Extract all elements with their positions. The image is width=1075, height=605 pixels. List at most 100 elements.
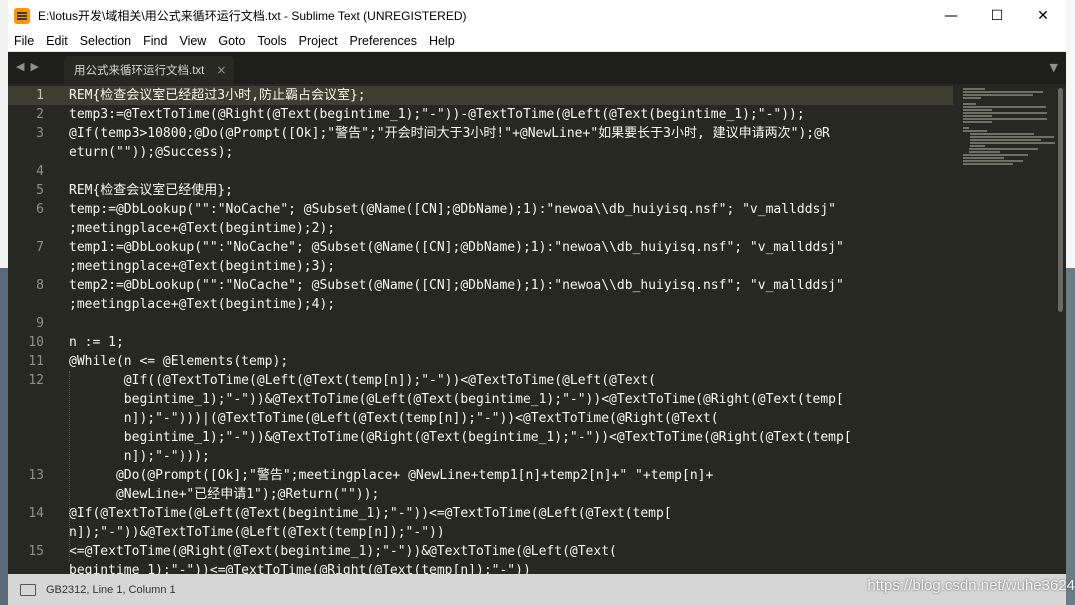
menu-selection[interactable]: Selection <box>74 31 137 51</box>
code-line[interactable] <box>69 162 964 181</box>
menu-file[interactable]: File <box>8 31 40 51</box>
panel-toggle-icon[interactable] <box>20 583 36 596</box>
sublime-text-window: E:\lotus开发\域相关\用公式来循环运行文档.txt - Sublime … <box>8 0 1066 605</box>
menu-bar: File Edit Selection Find View Goto Tools… <box>8 31 1066 52</box>
code-line[interactable]: @While(n <= @Elements(temp); <box>69 352 964 371</box>
minimap-line <box>963 112 1047 114</box>
line-number: 3 <box>36 126 44 141</box>
code-line[interactable]: eturn(""));@Success); <box>69 143 964 162</box>
minimap-line <box>963 127 969 129</box>
minimap-line <box>969 148 1038 150</box>
code-line[interactable]: begintime_1);"-"))&@TextToTime(@Left(@Te… <box>69 390 964 409</box>
tab-label: 用公式来循环运行文档.txt <box>74 65 205 77</box>
code-text[interactable]: REM{检查会议室已经超过3小时,防止霸占会议室}; temp3:=@TextTo… <box>69 86 964 574</box>
line-number: 1 <box>36 88 44 103</box>
menu-find[interactable]: Find <box>137 31 173 51</box>
minimap-line <box>963 97 981 99</box>
minimap-line <box>970 133 1034 135</box>
code-line[interactable]: temp3:=@TextToTime(@Right(@Text(begintim… <box>69 105 964 124</box>
menu-view[interactable]: View <box>173 31 212 51</box>
minimap-line <box>970 145 985 147</box>
desktop-background-right <box>1066 0 1075 605</box>
code-line[interactable]: ;meetingplace+@Text(begintime);3); <box>69 257 964 276</box>
minimap-line <box>963 160 1023 162</box>
minimap-line <box>963 88 985 90</box>
code-line[interactable] <box>69 314 964 333</box>
minimap-line <box>963 118 1047 120</box>
line-number: 5 <box>36 183 44 198</box>
minimap-line <box>963 91 1043 93</box>
code-line[interactable]: temp2:=@DbLookup("":"NoCache"; @Subset(@… <box>69 276 964 295</box>
tab-dropdown-icon[interactable]: ▼ <box>1050 61 1058 74</box>
line-number: 8 <box>36 278 44 293</box>
tab-next-icon[interactable]: ▶ <box>30 60 38 73</box>
minimap-line <box>963 109 992 111</box>
indent-guide <box>69 371 71 561</box>
status-text: GB2312, Line 1, Column 1 <box>46 583 176 596</box>
line-number: 15 <box>28 544 44 559</box>
minimap[interactable] <box>953 84 1055 574</box>
code-line[interactable]: REM{检查会议室已经使用}; <box>69 181 964 200</box>
minimap-line <box>963 130 987 132</box>
close-button[interactable]: ✕ <box>1020 0 1066 31</box>
menu-goto[interactable]: Goto <box>212 31 251 51</box>
menu-tools[interactable]: Tools <box>251 31 292 51</box>
menu-preferences[interactable]: Preferences <box>344 31 423 51</box>
code-line[interactable]: @NewLine+"已经申请1");@Return("")); <box>69 485 964 504</box>
line-number: 10 <box>28 335 44 350</box>
minimap-line <box>963 163 1013 165</box>
csdn-watermark: https://blog.csdn.net/wuhe3624 <box>867 577 1075 594</box>
scrollbar-thumb[interactable] <box>1058 88 1063 312</box>
desktop-background-left <box>0 0 8 605</box>
code-line[interactable]: <=@TextToTime(@Right(@Text(begintime_1);… <box>69 542 964 561</box>
code-line[interactable]: begintime_1);"-"))&@TextToTime(@Right(@T… <box>69 428 964 447</box>
tab-bar: ◀ ▶ 用公式来循环运行文档.txt × ▼ <box>8 52 1066 84</box>
minimap-line <box>963 94 1033 96</box>
tab-prev-icon[interactable]: ◀ <box>16 60 24 73</box>
line-number: 2 <box>36 107 44 122</box>
minimap-line <box>963 106 1046 108</box>
vertical-scrollbar[interactable] <box>1055 84 1066 574</box>
code-line[interactable]: n]);"-"))); <box>69 447 964 466</box>
code-line[interactable]: @If(@TextToTime(@Left(@Text(begintime_1)… <box>69 504 964 523</box>
minimap-line <box>963 103 976 105</box>
title-bar[interactable]: E:\lotus开发\域相关\用公式来循环运行文档.txt - Sublime … <box>8 0 1066 31</box>
code-line[interactable]: n]);"-"))&@TextToTime(@Left(@Text(temp[n… <box>69 523 964 542</box>
code-line[interactable]: n := 1; <box>69 333 964 352</box>
code-line[interactable]: @If(temp3>10800;@Do(@Prompt([Ok];"警告";"开… <box>69 124 964 143</box>
code-line[interactable]: n]);"-")))|(@TextToTime(@Left(@Text(temp… <box>69 409 964 428</box>
line-number: 9 <box>36 316 44 331</box>
minimap-line <box>963 121 992 123</box>
window-title: E:\lotus开发\域相关\用公式来循环运行文档.txt - Sublime … <box>38 9 467 23</box>
tab-close-icon[interactable]: × <box>216 63 226 77</box>
tab-navigation: ◀ ▶ <box>16 60 39 73</box>
minimap-line <box>970 142 1055 144</box>
code-line[interactable]: REM{检查会议室已经超过3小时,防止霸占会议室}; <box>69 86 964 105</box>
minimap-line <box>963 115 992 117</box>
line-number-gutter: 1 2 3 4 5 6 7 8 9 10 11 12 13 14 15 <box>8 84 62 574</box>
sublime-app-icon <box>14 7 30 24</box>
desktop-wallpaper-right <box>1066 268 1075 605</box>
minimize-button[interactable]: — <box>928 0 974 31</box>
code-line[interactable]: temp1:=@DbLookup("":"NoCache"; @Subset(@… <box>69 238 964 257</box>
line-number: 12 <box>28 373 44 388</box>
minimap-line <box>963 157 1004 159</box>
code-line[interactable]: temp:=@DbLookup("":"NoCache"; @Subset(@N… <box>69 200 964 219</box>
maximize-button[interactable]: ☐ <box>974 0 1020 31</box>
code-line[interactable]: begintime_1);"-"))<=@TextToTime(@Right(@… <box>69 561 964 574</box>
line-number: 13 <box>28 468 44 483</box>
line-number: 4 <box>36 164 44 179</box>
line-number: 7 <box>36 240 44 255</box>
code-line[interactable]: @If((@TextToTime(@Left(@Text(temp[n]);"-… <box>69 371 964 390</box>
code-line[interactable]: @Do(@Prompt([Ok];"警告";meetingplace+ @New… <box>69 466 964 485</box>
code-line[interactable]: ;meetingplace+@Text(begintime);2); <box>69 219 964 238</box>
line-number: 14 <box>28 506 44 521</box>
menu-help[interactable]: Help <box>423 31 461 51</box>
menu-edit[interactable]: Edit <box>40 31 74 51</box>
minimap-line <box>970 136 1054 138</box>
tab-active-file[interactable]: 用公式来循环运行文档.txt × <box>64 56 234 84</box>
editor-area[interactable]: 1 2 3 4 5 6 7 8 9 10 11 12 13 14 15 REM{检查会议室已经超过3小时,防… <box>8 84 1066 574</box>
code-line[interactable]: ;meetingplace+@Text(begintime);4); <box>69 295 964 314</box>
menu-project[interactable]: Project <box>293 31 344 51</box>
window-controls: — ☐ ✕ <box>928 0 1066 31</box>
